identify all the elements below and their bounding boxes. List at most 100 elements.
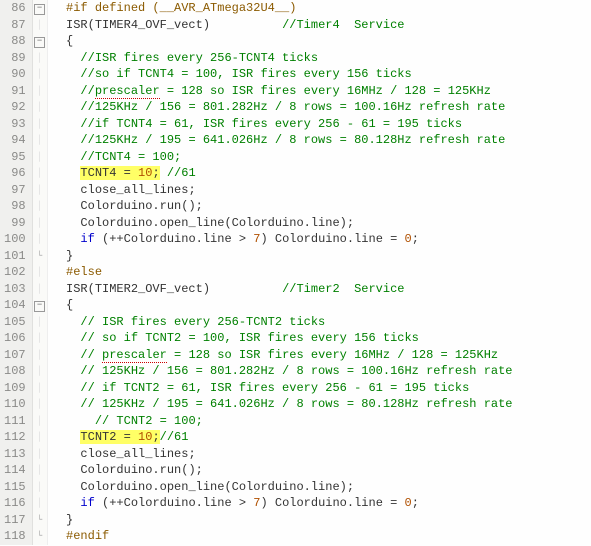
code-line[interactable]: { [52,297,513,314]
line-number: 105 [4,314,26,331]
code-line[interactable]: } [52,248,513,265]
line-number: 102 [4,264,26,281]
code-line[interactable]: //125KHz / 195 = 641.026Hz / 8 rows = 80… [52,132,513,149]
code-token: ; [412,496,419,510]
code-line[interactable]: { [52,33,513,50]
line-number: 86 [4,0,26,17]
fold-guide: │ [33,462,47,479]
fold-guide: │ [33,17,47,34]
code-line[interactable]: #else [52,264,513,281]
line-number: 111 [4,413,26,430]
code-token: // if TCNT2 = 61, ISR fires every 256 - … [80,381,469,395]
code-token: } [66,249,73,263]
code-line[interactable]: // 125KHz / 156 = 801.282Hz / 8 rows = 1… [52,363,513,380]
fold-guide: │ [33,446,47,463]
line-number: 90 [4,66,26,83]
code-token: //ISR fires every 256-TCNT4 ticks [80,51,318,65]
fold-guide: │ [33,314,47,331]
line-number: 104 [4,297,26,314]
code-line[interactable]: //125KHz / 156 = 801.282Hz / 8 rows = 10… [52,99,513,116]
code-line[interactable]: // prescaler = 128 so ISR fires every 16… [52,347,513,364]
code-line[interactable]: #endif [52,528,513,545]
line-number-gutter: 8687888990919293949596979899100101102103… [0,0,33,545]
fold-toggle-icon[interactable]: − [33,33,47,50]
code-token: //if TCNT4 = 61, ISR fires every 256 - 6… [80,117,462,131]
code-line[interactable]: //if TCNT4 = 61, ISR fires every 256 - 6… [52,116,513,133]
code-line[interactable]: // TCNT2 = 100; [52,413,513,430]
code-token: // so if TCNT2 = 100, ISR fires every 15… [80,331,418,345]
fold-guide: │ [33,182,47,199]
fold-column[interactable]: −│−││││││││││││└││−││││││││││││└└ [33,0,48,545]
code-line[interactable]: close_all_lines; [52,182,513,199]
code-token: 10 [138,430,152,444]
code-token: // 125KHz / 195 = 641.026Hz / 8 rows = 8… [80,397,512,411]
code-token: (++Colorduino.line > [95,232,253,246]
line-number: 98 [4,198,26,215]
code-token: //125KHz / 195 = 641.026Hz / 8 rows = 80… [80,133,505,147]
code-token: // ISR fires every 256-TCNT2 ticks [80,315,325,329]
fold-guide: │ [33,429,47,446]
code-line[interactable]: Colorduino.run(); [52,462,513,479]
fold-guide: └ [33,248,47,265]
line-number: 103 [4,281,26,298]
code-token: ) Colorduino.line = [260,496,404,510]
code-editor[interactable]: 8687888990919293949596979899100101102103… [0,0,591,545]
code-line[interactable]: // if TCNT2 = 61, ISR fires every 256 - … [52,380,513,397]
code-token: #if defined (__AVR_ATmega32U4__) [66,1,296,15]
code-line[interactable]: close_all_lines; [52,446,513,463]
fold-guide: │ [33,116,47,133]
code-token: prescaler [95,84,160,99]
code-token: Colorduino.open_line(Colorduino.line); [80,480,354,494]
fold-guide: │ [33,479,47,496]
line-number: 113 [4,446,26,463]
code-line[interactable]: ISR(TIMER4_OVF_vect) //Timer4 Service [52,17,513,34]
code-token: ) Colorduino.line = [260,232,404,246]
line-number: 92 [4,99,26,116]
code-line[interactable]: Colorduino.run(); [52,198,513,215]
fold-guide: │ [33,380,47,397]
fold-toggle-icon[interactable]: − [33,0,47,17]
code-token: = 128 so ISR fires every 16MHz / 128 = 1… [160,84,491,98]
code-token: #else [66,265,102,279]
code-line[interactable]: //TCNT4 = 100; [52,149,513,166]
code-token: ; [412,232,419,246]
code-token: //61 [160,430,189,444]
code-line[interactable]: // so if TCNT2 = 100, ISR fires every 15… [52,330,513,347]
line-number: 91 [4,83,26,100]
code-line[interactable]: //so if TCNT4 = 100, ISR fires every 156… [52,66,513,83]
code-area[interactable]: #if defined (__AVR_ATmega32U4__) ISR(TIM… [48,0,513,545]
code-line[interactable]: TCNT2 = 10;//61 [52,429,513,446]
code-token: Colorduino.run(); [80,199,202,213]
fold-guide: │ [33,231,47,248]
code-line[interactable]: Colorduino.open_line(Colorduino.line); [52,215,513,232]
fold-guide: │ [33,132,47,149]
line-number: 115 [4,479,26,496]
line-number: 100 [4,231,26,248]
code-line[interactable]: } [52,512,513,529]
fold-guide: │ [33,165,47,182]
code-line[interactable]: if (++Colorduino.line > 7) Colorduino.li… [52,231,513,248]
fold-guide: │ [33,264,47,281]
line-number: 117 [4,512,26,529]
code-line[interactable]: #if defined (__AVR_ATmega32U4__) [52,0,513,17]
code-token: //Timer2 Service [282,282,404,296]
code-line[interactable]: if (++Colorduino.line > 7) Colorduino.li… [52,495,513,512]
code-line[interactable]: Colorduino.open_line(Colorduino.line); [52,479,513,496]
code-line[interactable]: //ISR fires every 256-TCNT4 ticks [52,50,513,67]
line-number: 89 [4,50,26,67]
code-token: TCNT4 = [80,166,138,180]
fold-toggle-icon[interactable]: − [33,297,47,314]
code-token: //so if TCNT4 = 100, ISR fires every 156… [80,67,411,81]
code-line[interactable]: //prescaler = 128 so ISR fires every 16M… [52,83,513,100]
fold-guide: │ [33,495,47,512]
code-line[interactable]: TCNT4 = 10; //61 [52,165,513,182]
code-token: if [80,232,94,246]
code-token: #endif [66,529,109,543]
code-token: ; [152,166,159,180]
code-line[interactable]: // ISR fires every 256-TCNT2 ticks [52,314,513,331]
code-line[interactable]: ISR(TIMER2_OVF_vect) //Timer2 Service [52,281,513,298]
code-token [160,166,167,180]
code-line[interactable]: // 125KHz / 195 = 641.026Hz / 8 rows = 8… [52,396,513,413]
code-token: 0 [405,496,412,510]
code-token: (++Colorduino.line > [95,496,253,510]
